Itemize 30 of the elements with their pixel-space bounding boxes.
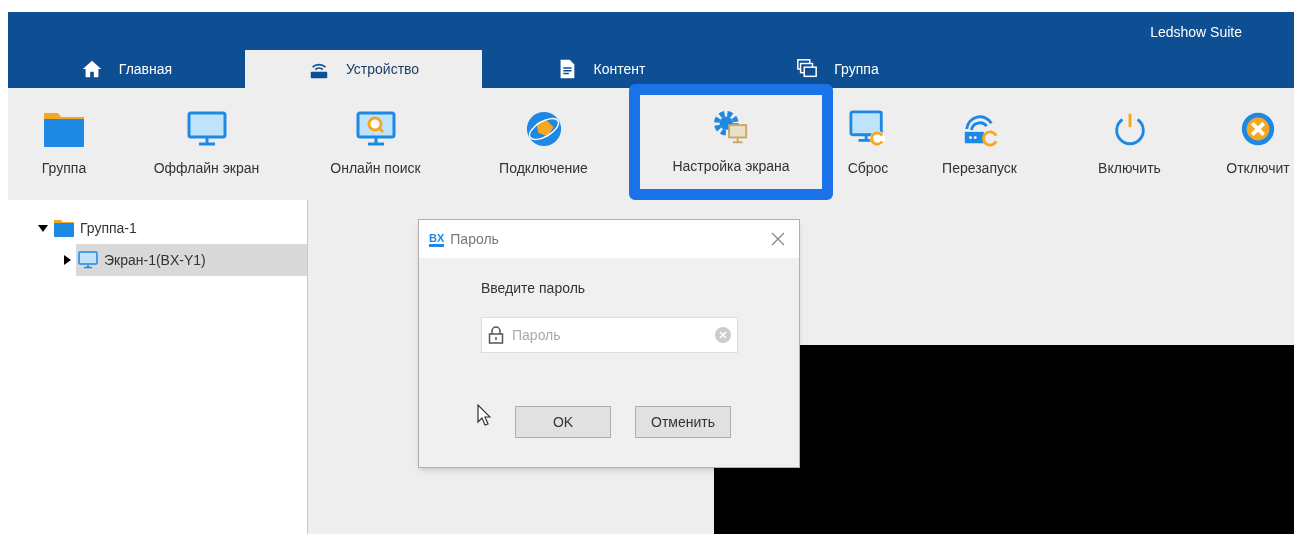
monitor-icon [186, 109, 227, 148]
home-icon [80, 58, 103, 80]
tree-item[interactable]: Экран-1(BX-Y1) [76, 244, 307, 276]
toolbar-button[interactable]: Включить [1056, 88, 1203, 200]
toolbar-button[interactable]: Онлайн поиск [293, 88, 458, 200]
prompt-label: Введите пароль [481, 279, 587, 298]
toolbar-button[interactable]: Оффлайн экран [120, 88, 293, 200]
toolbar-button[interactable]: Отключит [1203, 88, 1294, 200]
lock-icon [488, 326, 504, 344]
monitor-refresh-icon [848, 109, 888, 148]
logo: BX [429, 231, 445, 247]
toolbar-button[interactable]: Сброс [833, 88, 903, 200]
window-title: Ledshow Suite [1150, 23, 1242, 42]
dialog-button[interactable]: OK [515, 406, 611, 438]
windows-icon [796, 58, 819, 80]
tab[interactable]: Устройство [245, 50, 482, 88]
password-field[interactable]: Пароль [481, 317, 738, 353]
mouse-pointer-icon [477, 404, 491, 426]
toolbar-button[interactable]: Перезапуск [903, 88, 1056, 200]
dialog-title: Пароль [450, 229, 500, 249]
toolbar-button[interactable]: Подключение [458, 88, 629, 200]
monitor-icon [78, 251, 98, 269]
folder-icon [54, 219, 74, 237]
tab[interactable]: Главная [8, 50, 245, 88]
toolbar-button[interactable]: Настройка экрана [629, 84, 833, 200]
monitor-search-icon [355, 109, 396, 148]
expand-caret-icon[interactable] [38, 223, 50, 233]
toolbar-button[interactable]: Группа [8, 88, 120, 200]
dialog-button[interactable]: Отменить [635, 406, 731, 438]
tree-item[interactable]: Группа-1 [52, 212, 307, 244]
